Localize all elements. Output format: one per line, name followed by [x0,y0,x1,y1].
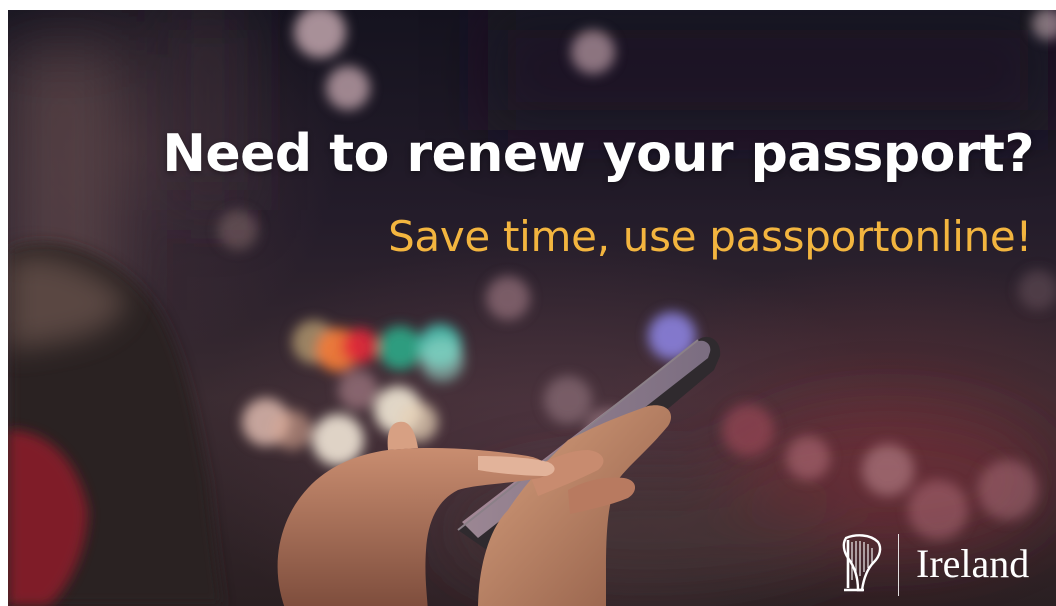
ireland-logo: Ireland [836,530,1052,602]
subline: Save time, use passportonline! [388,212,1032,261]
passport-banner: Need to renew your passport? Save time, … [8,10,1056,606]
logo-divider [898,534,899,596]
person-silhouette [8,242,223,606]
logo-text: Ireland [916,541,1030,586]
headline: Need to renew your passport? [162,124,1034,184]
background-photo [8,10,1056,606]
harp-icon [842,534,882,592]
